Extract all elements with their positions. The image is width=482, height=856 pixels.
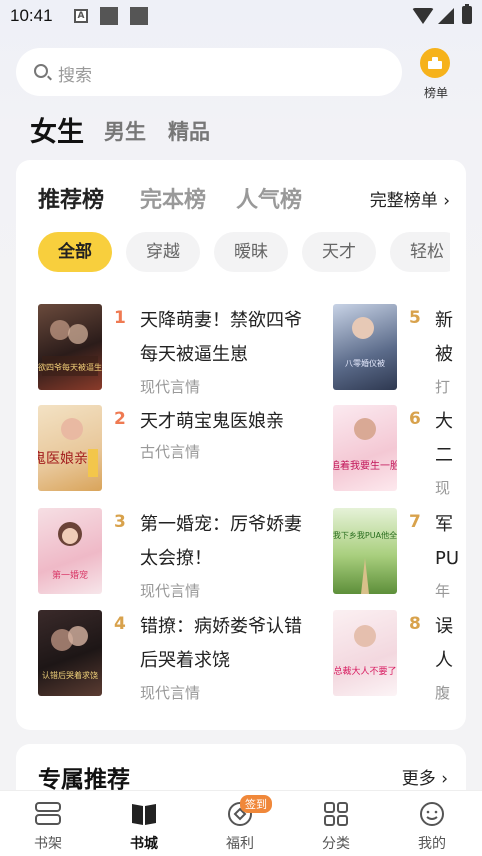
rank-number: 7 [409,512,421,532]
tab-finished-rank[interactable]: 完本榜 [140,182,206,214]
book-category: 现代言情 [140,378,201,396]
battery-icon [462,4,472,24]
rank-number: 5 [409,308,421,328]
cover-title: 退我下乡我PUA他全家 [333,530,397,540]
cover-title: 总裁大人不要了 [333,665,396,677]
category-chips: 全部 穿越 暧昧 天才 轻松 [38,232,450,272]
book-category: 腹 [435,684,451,702]
bottom-nav: 书架 书城 签到 福利 分类 我的 [0,790,482,856]
search-icon [34,64,48,78]
search-placeholder: 搜索 [58,66,92,86]
signal-icon [438,8,454,24]
status-time: 10:41 [10,6,53,25]
chip-ambiguous[interactable]: 暧昧 [214,232,288,272]
book-cover: 追着我要生一胎 [333,405,397,491]
book-category: 现 [435,479,451,497]
book-item[interactable]: 八零婚仪被 5 新 被 打 [333,304,466,396]
cover-title: 禁欲四爷每天被逼生崽 [38,362,102,372]
book-category: 现代言情 [140,684,201,702]
book-item[interactable]: 第一婚宠 3 第一婚宠：厉爷娇妻太会撩！ 现代言情 [38,508,318,600]
book-item[interactable]: 禁欲四爷每天被逼生崽 1 天降萌妻！禁欲四爷每天被逼生崽 现代言情 [38,304,318,396]
book-item[interactable]: 认错后哭着求饶 4 错撩：病娇娄爷认错后哭着求饶 现代言情 [38,610,318,702]
book-cover: 禁欲四爷每天被逼生崽 [38,304,102,390]
status-bar: 10:41 A [0,0,482,34]
ranking-button[interactable]: 榜单 [414,46,458,106]
notification-icon [130,7,148,25]
book-title-line2: 被 [435,344,453,365]
chip-all[interactable]: 全部 [38,232,112,272]
tab-popular-rank[interactable]: 人气榜 [236,182,302,214]
nav-label: 分类 [322,836,350,852]
rank-number: 8 [409,614,421,634]
rank-number: 4 [114,614,126,634]
rank-number: 3 [114,512,126,532]
profile-icon [420,802,444,826]
book-cover: 认错后哭着求饶 [38,610,102,696]
full-ranking-link[interactable]: 完整榜单 › [370,186,450,211]
cover-title: 第一婚宠 [52,569,88,581]
more-link[interactable]: 更多 › [402,764,448,789]
tab-female[interactable]: 女生 [30,110,84,149]
book-title: 新 [435,310,453,331]
wifi-icon [412,8,434,24]
book-item[interactable]: 总裁大人不要了 8 误 人 腹 [333,610,466,702]
nav-label: 书架 [34,836,62,852]
nav-label: 福利 [226,836,254,852]
book-title: 天降萌妻！禁欲四爷每天被逼生崽 [140,310,302,365]
section-title: 专属推荐 [38,767,130,793]
ranking-card: 推荐榜 完本榜 人气榜 完整榜单 › 全部 穿越 暧昧 天才 轻松 禁欲四爷每天… [16,160,466,730]
tab-premium[interactable]: 精品 [168,116,210,146]
rank-number: 6 [409,409,421,429]
book-cover: 第一婚宠 [38,508,102,594]
book-title: 误 [435,616,453,637]
ranking-label: 榜单 [423,86,448,100]
nav-label: 我的 [418,836,446,852]
rank-number: 1 [114,308,126,328]
rank-number: 2 [114,409,126,429]
book-category: 现代言情 [140,582,201,600]
book-category: 打 [435,378,451,396]
ranking-icon [420,48,450,78]
book-item[interactable]: 追着我要生一胎 6 大 二 现 [333,405,466,497]
search-bar[interactable]: 搜索 [16,48,402,96]
notification-icon [100,7,118,25]
nav-bookstore[interactable]: 书城 [96,791,192,856]
book-title-line2: 二 [435,445,453,466]
book-cover: 总裁大人不要了 [333,610,397,696]
book-item[interactable]: 鬼医娘亲 2 天才萌宝鬼医娘亲 古代言情 [38,405,318,497]
book-title-line2: PU [435,548,460,569]
book-item[interactable]: 退我下乡我PUA他全家 7 军 PU 年 [333,508,466,600]
book-open-icon [132,804,156,825]
cover-title: 八零婚仪被 [345,358,385,368]
book-title: 第一婚宠：厉爷娇妻太会撩！ [140,514,302,569]
cover-title: 认错后哭着求饶 [42,670,98,680]
book-category: 古代言情 [140,443,201,461]
nav-welfare[interactable]: 签到 福利 [192,791,288,856]
book-category: 年 [435,582,451,600]
bookshelf-icon [35,802,61,825]
nav-profile[interactable]: 我的 [384,791,480,856]
book-title: 错撩：病娇娄爷认错后哭着求饶 [140,616,302,671]
chip-relaxed[interactable]: 轻松 [390,232,450,272]
book-title: 大 [435,411,453,432]
notification-a-icon: A [74,9,88,23]
signin-badge: 签到 [240,795,272,813]
nav-bookshelf[interactable]: 书架 [0,791,96,856]
book-title: 天才萌宝鬼医娘亲 [140,411,284,432]
grid-icon [324,802,348,826]
book-title: 军 [435,514,453,535]
book-cover: 退我下乡我PUA他全家 [333,508,397,594]
nav-category[interactable]: 分类 [288,791,384,856]
cover-title: 鬼医娘亲 [38,451,88,467]
tab-recommend-rank[interactable]: 推荐榜 [38,182,104,214]
book-cover: 八零婚仪被 [333,304,397,390]
cover-title: 追着我要生一胎 [333,459,397,472]
chip-time-travel[interactable]: 穿越 [126,232,200,272]
book-title-line2: 人 [435,650,453,671]
nav-label: 书城 [130,836,158,852]
tab-male[interactable]: 男生 [104,116,146,146]
book-cover: 鬼医娘亲 [38,405,102,491]
chip-genius[interactable]: 天才 [302,232,376,272]
